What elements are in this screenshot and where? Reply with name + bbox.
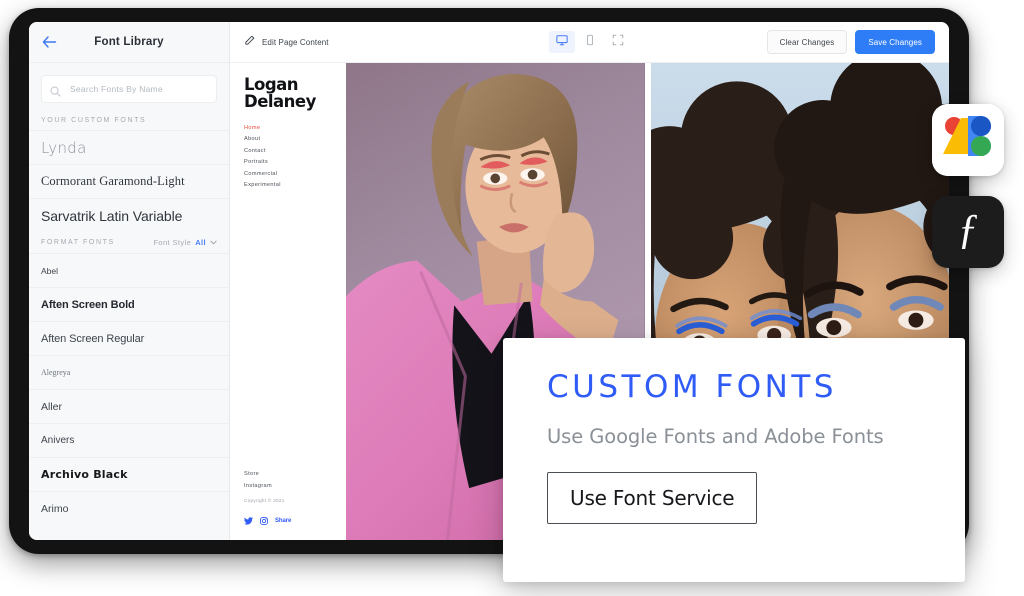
arrow-left-icon[interactable] xyxy=(41,34,57,50)
site-footer-instagram[interactable]: Instagram xyxy=(244,483,336,489)
format-fonts-section-text: FORMAT FONTS xyxy=(41,239,115,246)
mobile-view-button[interactable] xyxy=(577,31,603,53)
mobile-icon xyxy=(584,33,596,51)
site-nav-home[interactable]: Home xyxy=(244,125,336,131)
edit-page-content-button[interactable]: Edit Page Content xyxy=(244,33,329,51)
font-library-sidebar: Font Library YOUR CUSTOM FO xyxy=(29,22,230,540)
site-social-row: Share xyxy=(244,512,336,530)
font-style-filter[interactable]: Font Style All xyxy=(153,238,217,247)
list-item[interactable]: Anivers xyxy=(29,423,229,457)
list-item[interactable]: Aller xyxy=(29,389,229,423)
list-item[interactable]: Archivo Black xyxy=(29,457,229,491)
site-nav: Home About Contact Portraits Commercial … xyxy=(244,125,336,189)
list-item[interactable]: Abel xyxy=(29,253,229,287)
device-view-switcher xyxy=(548,31,631,53)
site-sidebar-column: Logan Delaney Home About Contact Portrai… xyxy=(230,63,346,540)
custom-fonts-card-subtitle: Use Google Fonts and Adobe Fonts xyxy=(547,425,884,448)
adobe-fonts-logo[interactable]: ƒ xyxy=(932,196,1004,268)
format-fonts-section-label: FORMAT FONTS Font Style All xyxy=(29,232,229,253)
sidebar-title: Font Library xyxy=(94,36,164,48)
site-title-line2: Delaney xyxy=(244,91,316,111)
search-container xyxy=(29,63,229,111)
search-input[interactable] xyxy=(68,83,208,95)
toolbar-actions: Clear Changes Save Changes xyxy=(766,30,935,54)
fullscreen-button[interactable] xyxy=(605,31,631,53)
search-icon xyxy=(50,84,61,97)
list-item[interactable]: Sarvatrik Latin Variable xyxy=(29,198,229,232)
list-item[interactable]: Alegreya xyxy=(29,355,229,389)
sidebar-header: Font Library xyxy=(29,22,229,63)
share-button[interactable]: Share xyxy=(275,518,291,524)
screenshot-root: Font Library YOUR CUSTOM FO xyxy=(0,0,1024,596)
clear-changes-button[interactable]: Clear Changes xyxy=(766,30,848,54)
site-footer: Store Instagram Copyright © 2021 Share xyxy=(244,471,336,530)
list-item[interactable]: Aften Screen Regular xyxy=(29,321,229,355)
fullscreen-icon xyxy=(612,33,624,51)
custom-fonts-section-label: YOUR CUSTOM FONTS xyxy=(29,111,229,130)
font-style-filter-value: All xyxy=(195,238,206,247)
save-changes-button[interactable]: Save Changes xyxy=(855,30,935,54)
custom-fonts-card: CUSTOM FONTS Use Google Fonts and Adobe … xyxy=(503,338,965,582)
desktop-view-button[interactable] xyxy=(548,31,575,53)
chevron-down-icon xyxy=(210,238,217,247)
list-item[interactable]: Aften Screen Bold xyxy=(29,287,229,321)
editor-toolbar: Edit Page Content Clear Changes Save Cha… xyxy=(230,22,949,63)
site-title: Logan Delaney xyxy=(244,76,336,111)
twitter-icon[interactable] xyxy=(244,512,253,530)
google-fonts-logo[interactable] xyxy=(932,104,1004,176)
list-item[interactable]: Cormorant Garamond-Light xyxy=(29,164,229,198)
use-font-service-button[interactable]: Use Font Service xyxy=(547,472,758,524)
site-footer-store[interactable]: Store xyxy=(244,471,336,477)
site-nav-contact[interactable]: Contact xyxy=(244,148,336,154)
desktop-icon xyxy=(555,33,568,51)
site-nav-about[interactable]: About xyxy=(244,136,336,142)
list-item[interactable]: Lynda xyxy=(29,130,229,164)
site-nav-experimental[interactable]: Experimental xyxy=(244,182,336,188)
custom-fonts-card-title: CUSTOM FONTS xyxy=(547,369,837,405)
site-nav-portraits[interactable]: Portraits xyxy=(244,159,336,165)
site-nav-commercial[interactable]: Commercial xyxy=(244,171,336,177)
site-copyright: Copyright © 2021 xyxy=(244,498,285,503)
search-field[interactable] xyxy=(41,75,217,103)
instagram-icon[interactable] xyxy=(260,512,268,530)
edit-page-content-label: Edit Page Content xyxy=(262,37,329,47)
custom-fonts-list: Lynda Cormorant Garamond-Light Sarvatrik… xyxy=(29,130,229,232)
list-item[interactable]: Arimo xyxy=(29,491,229,525)
font-style-filter-label: Font Style xyxy=(153,238,192,247)
adobe-fonts-glyph: ƒ xyxy=(957,207,979,253)
pencil-icon xyxy=(244,33,255,51)
custom-fonts-section-text: YOUR CUSTOM FONTS xyxy=(41,117,147,124)
format-fonts-list: Abel Aften Screen Bold Aften Screen Regu… xyxy=(29,253,229,540)
